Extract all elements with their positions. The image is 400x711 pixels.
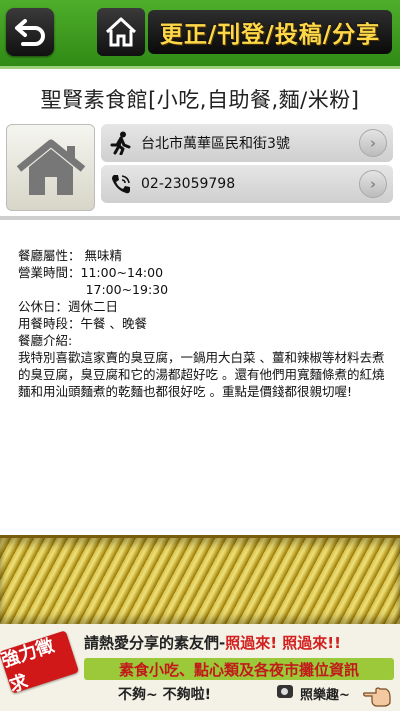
ad-headline-text: 請熱愛分享的素友們- bbox=[84, 634, 226, 652]
ad-tagline-right: 照樂趣~ bbox=[300, 688, 350, 703]
header-divider bbox=[0, 66, 400, 69]
shop-details: 餐廳屬性： 無味精 營業時間：11:00~14:00 17:00~19:30 公… bbox=[18, 247, 390, 400]
detail-intro-label: 餐廳介紹: bbox=[18, 333, 73, 348]
back-arrow-icon bbox=[15, 19, 45, 46]
rope-decoration bbox=[0, 535, 400, 627]
back-button[interactable] bbox=[6, 8, 54, 56]
ad-headline: 請熱愛分享的素友們-照過來! 照過來!! bbox=[84, 632, 341, 653]
shop-image[interactable] bbox=[6, 124, 95, 211]
camera-icon bbox=[277, 685, 293, 698]
address-row[interactable]: 台北市萬華區民和街3號 › bbox=[101, 124, 393, 162]
phone-row[interactable]: 02-23059798 › bbox=[101, 165, 393, 203]
detail-intro-text: 我特別喜歡這家賣的臭豆腐，一鍋用大白菜 、薑和辣椒等材料去煮的臭豆腐，臭豆腐和它… bbox=[18, 350, 385, 399]
phone-arrow-button[interactable]: › bbox=[359, 170, 387, 198]
home-icon bbox=[16, 139, 85, 195]
ad-strip: 素食小吃、點心類及各夜市攤位資訊 bbox=[84, 658, 394, 680]
pointing-hand-icon bbox=[363, 687, 391, 707]
detail-hours-2: 17:00~19:30 bbox=[18, 282, 169, 297]
walking-person-icon bbox=[107, 131, 135, 155]
top-bar: 更正/刊登/投稿/分享 bbox=[0, 0, 400, 66]
home-icon bbox=[105, 17, 137, 47]
phone-text: 02-23059798 bbox=[141, 176, 236, 192]
address-arrow-button[interactable]: › bbox=[359, 129, 387, 157]
address-text: 台北市萬華區民和街3號 bbox=[141, 136, 290, 152]
ad-headline-red: 照過來! 照過來!! bbox=[225, 634, 341, 652]
section-divider bbox=[0, 216, 400, 220]
detail-closed-day: 公休日：週休二日 bbox=[18, 299, 119, 314]
home-button[interactable] bbox=[97, 8, 145, 56]
detail-meal-times: 用餐時段：午餐 、晚餐 bbox=[18, 316, 147, 331]
page-title: 聖賢素食館[小吃,自助餐,麵/米粉] bbox=[40, 88, 360, 112]
phone-icon bbox=[107, 173, 135, 195]
detail-attribute: 餐廳屬性： 無味精 bbox=[18, 248, 122, 263]
detail-hours-1: 營業時間：11:00~14:00 bbox=[18, 265, 164, 280]
share-submit-button[interactable]: 更正/刊登/投稿/分享 bbox=[148, 10, 392, 54]
ad-tagline: 不夠~ 不夠啦! bbox=[118, 687, 211, 703]
